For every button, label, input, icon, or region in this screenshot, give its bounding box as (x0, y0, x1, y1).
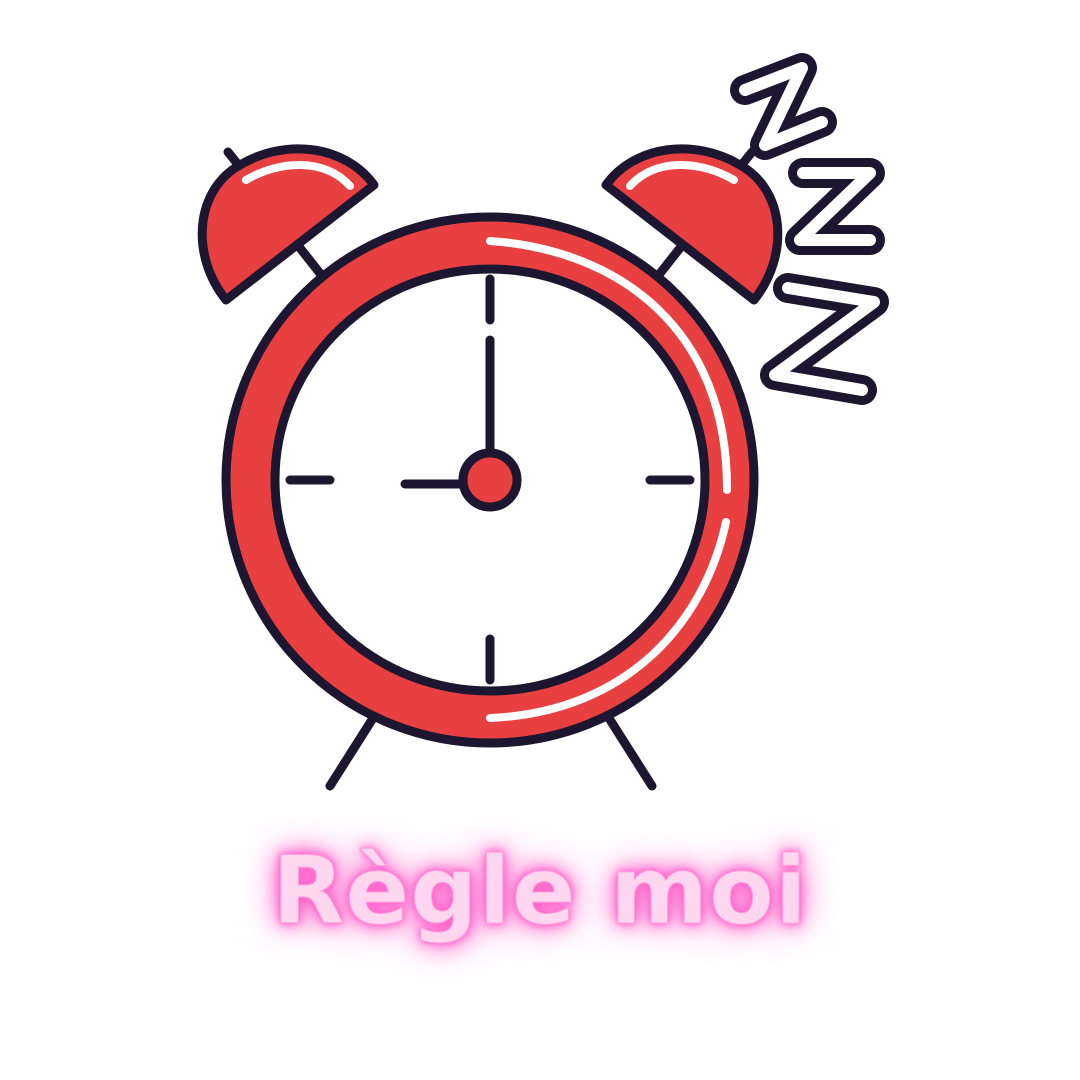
caption-text: Règle moi (272, 837, 808, 947)
canvas: Règle moi (0, 0, 1080, 1080)
